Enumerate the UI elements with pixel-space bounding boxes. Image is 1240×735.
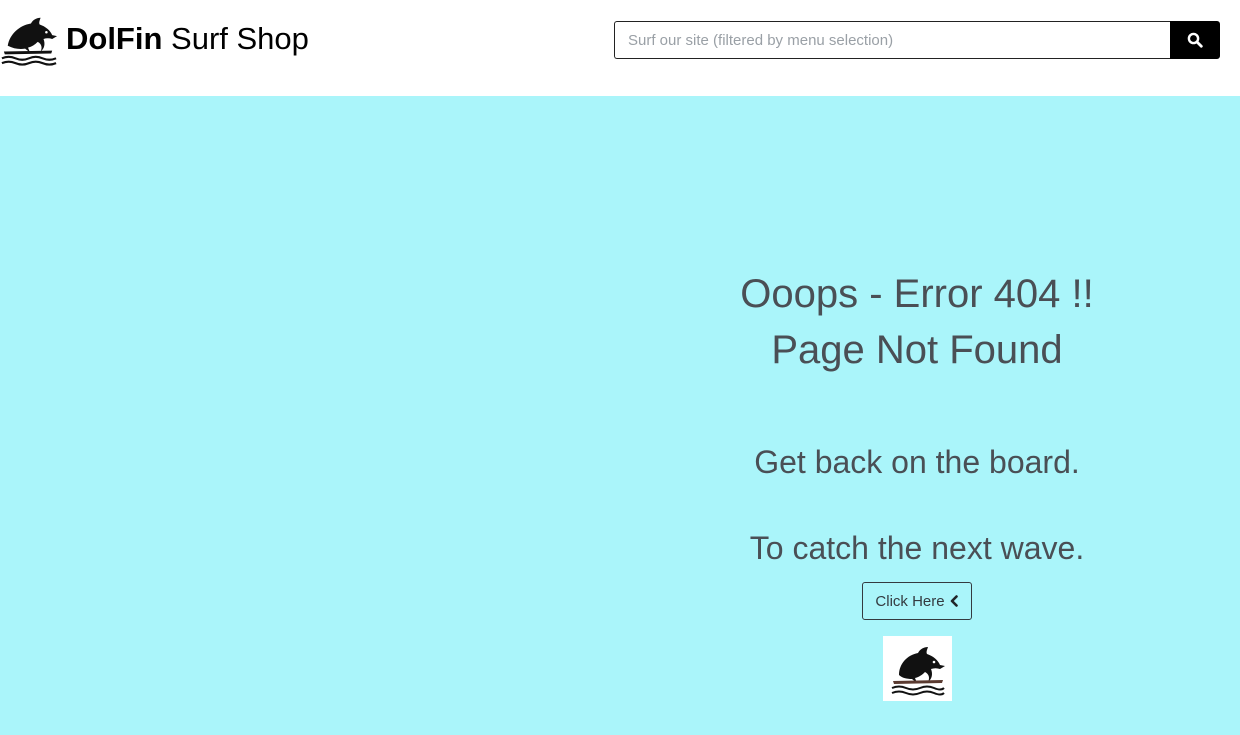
error-message-1: Get back on the board. (754, 444, 1080, 480)
site-header: DolFin Surf Shop (0, 0, 1240, 96)
dolphin-surf-icon (1, 17, 58, 66)
error-description: Page Not Found (771, 328, 1063, 372)
error-content: Ooops - Error 404 !! Page Not Found Get … (667, 266, 1167, 701)
brand-name-rest: Surf Shop (162, 20, 309, 56)
error-code: Ooops - Error 404 !! (740, 272, 1094, 316)
footer-logo (882, 636, 952, 701)
error-section: Ooops - Error 404 !! Page Not Found Get … (0, 96, 1240, 735)
search-form (614, 21, 1220, 59)
brand-name: DolFin Surf Shop (66, 23, 309, 54)
dolphin-surf-icon (891, 646, 945, 695)
error-message-2: To catch the next wave. (749, 530, 1085, 566)
search-input[interactable] (614, 21, 1170, 59)
click-here-label: Click Here (875, 592, 945, 610)
brand-name-bold: DolFin (66, 20, 163, 56)
chevron-left-icon (950, 595, 958, 607)
home-link[interactable]: DolFin Surf Shop (0, 8, 309, 68)
click-here-button[interactable]: Click Here (862, 582, 972, 620)
error-heading: Ooops - Error 404 !! Page Not Found (667, 266, 1167, 378)
search-button[interactable] (1170, 21, 1220, 59)
button-wrapper: Click Here (667, 582, 1167, 620)
search-icon (1187, 32, 1203, 48)
